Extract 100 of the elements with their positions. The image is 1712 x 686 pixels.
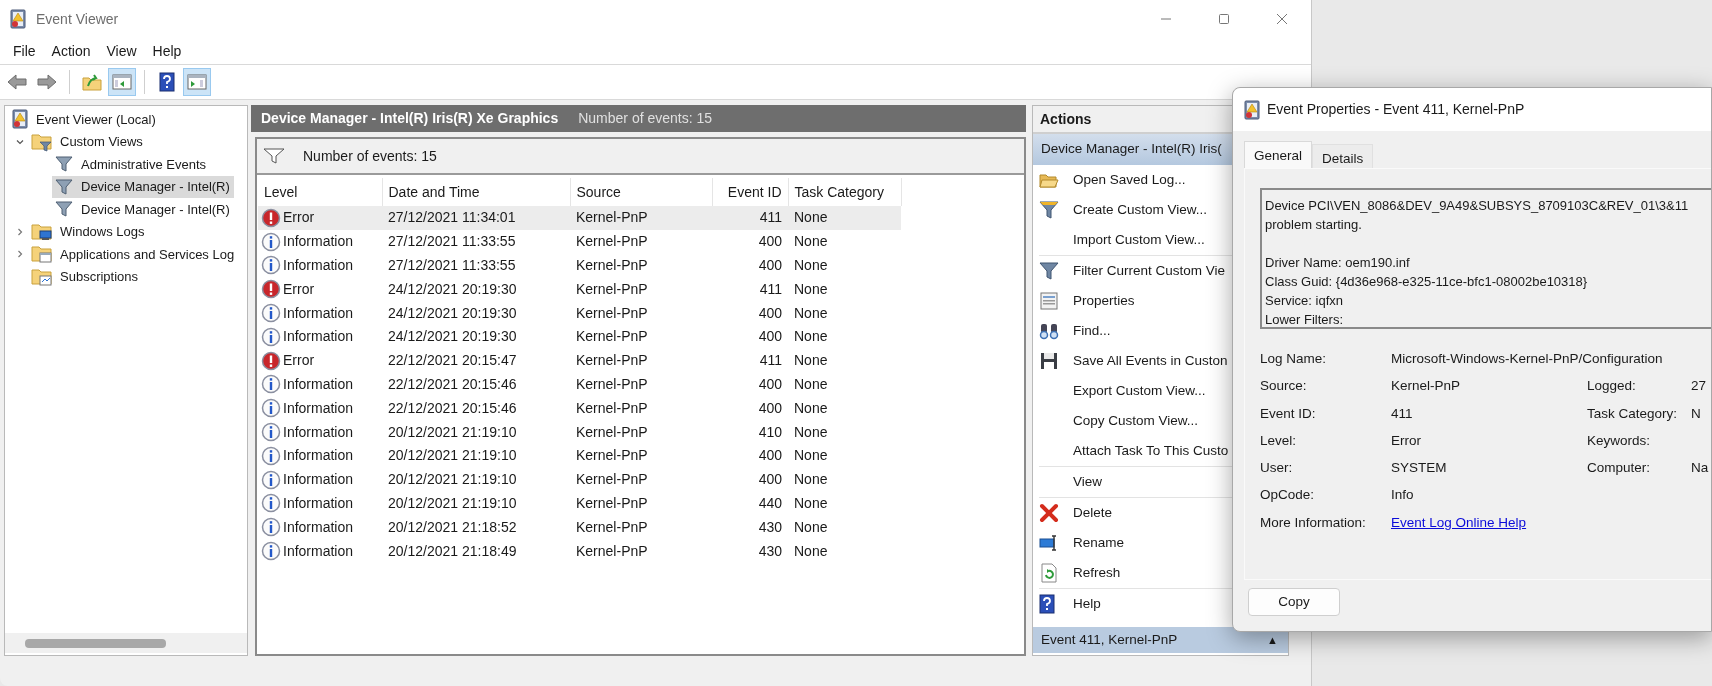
funnel-icon xyxy=(1039,200,1059,220)
field-label: Level: xyxy=(1260,431,1298,450)
command-link[interactable]: Properties xyxy=(1033,286,1137,316)
table-row[interactable]: Information 20/12/2021 21:19:10 Kernel-PnP 440 None xyxy=(258,491,901,516)
command-link[interactable]: Create Custom View... xyxy=(1033,195,1210,225)
event-count: Number of events: 15 xyxy=(303,146,437,166)
table-cell-text: None xyxy=(793,303,829,323)
command-link[interactable]: Delete xyxy=(1033,498,1115,528)
table-row[interactable]: Information 27/12/2021 11:33:55 Kernel-PnP 400 None xyxy=(258,229,901,254)
menu-item[interactable]: Action xyxy=(43,40,99,62)
info-icon xyxy=(261,469,281,490)
table-row[interactable]: Information 24/12/2021 20:19:30 Kernel-PnP 400 None xyxy=(258,325,901,349)
command-link[interactable]: View xyxy=(1033,467,1105,497)
table-cell-text: Kernel-PnP xyxy=(575,470,649,490)
table-row[interactable]: Error 27/12/2021 11:34:01 Kernel-PnP 411 None xyxy=(258,206,901,230)
command-link[interactable]: Help xyxy=(1033,589,1103,619)
table-cell-text: 27/12/2021 11:33:55 xyxy=(387,256,517,275)
table-row[interactable]: Information 24/12/2021 20:19:30 Kernel-PnP 400 None xyxy=(258,301,901,325)
table-row[interactable]: Information 27/12/2021 11:33:55 Kernel-PnP 400 None xyxy=(258,253,901,278)
table-cell-text: None xyxy=(793,446,829,466)
tree-item[interactable]: Subscriptions xyxy=(29,265,143,288)
folder-calendar-icon xyxy=(31,266,53,287)
show-tree-button[interactable] xyxy=(108,68,136,96)
command-link[interactable]: Filter Current Custom Vie xyxy=(1033,256,1228,286)
table-row[interactable]: Information 20/12/2021 21:18:49 Kernel-PnP 430 None xyxy=(258,539,901,563)
field-value: Microsoft-Windows-Kernel-PnP/Configuration xyxy=(1391,350,1664,368)
table-cell-text: Error xyxy=(283,279,315,299)
table-cell-text: Information xyxy=(283,374,354,394)
info-icon xyxy=(261,255,281,276)
table-row[interactable]: Error 24/12/2021 20:19:30 Kernel-PnP 411 None xyxy=(258,277,901,302)
table-row[interactable]: Error 22/12/2021 20:15:47 Kernel-PnP 411 None xyxy=(258,348,901,373)
table-row[interactable]: Information 20/12/2021 21:18:52 Kernel-PnP 430 None xyxy=(258,515,901,540)
table-cell-text: 20/12/2021 21:18:52 xyxy=(387,517,518,537)
command-link[interactable]: Open Saved Log... xyxy=(1033,165,1188,195)
table-cell-text: 20/12/2021 21:19:10 xyxy=(387,446,518,466)
command-link[interactable]: Refresh xyxy=(1033,558,1123,588)
menu-item[interactable]: View xyxy=(98,40,145,62)
log-book-icon xyxy=(1243,99,1261,120)
table-cell-text: 411 xyxy=(758,279,783,299)
tab[interactable]: Details xyxy=(1312,144,1374,168)
table-cell-text: Kernel-PnP xyxy=(575,256,649,275)
tree-item[interactable]: Applications and Services Log xyxy=(29,243,239,266)
table-row[interactable]: Information 22/12/2021 20:15:46 Kernel-PnP 400 None xyxy=(258,372,901,397)
chevron-right-icon[interactable] xyxy=(15,226,25,237)
table-cell-text: None xyxy=(793,398,829,418)
description-line: Service: iqfxn xyxy=(1265,292,1344,310)
error-icon xyxy=(261,279,281,300)
pane-right-icon xyxy=(187,74,207,90)
horizontal-scrollbar[interactable] xyxy=(5,633,247,653)
table-row[interactable]: Information 20/12/2021 21:19:10 Kernel-PnP 400 None xyxy=(258,443,901,468)
table-row[interactable]: Information 20/12/2021 21:19:10 Kernel-PnP 410 None xyxy=(258,420,901,444)
table-cell-text: None xyxy=(793,256,829,275)
collapse-button[interactable]: ▲ xyxy=(1267,631,1278,649)
table-cell-text: 22/12/2021 20:15:46 xyxy=(387,374,518,394)
copy-button[interactable]: Copy xyxy=(1248,588,1340,616)
table-row[interactable]: Information 20/12/2021 21:19:10 Kernel-PnP 400 None xyxy=(258,467,901,492)
info-icon xyxy=(261,303,281,324)
command-link[interactable]: Export Custom View... xyxy=(1033,376,1208,406)
table-cell-text: Information xyxy=(283,422,354,442)
table-cell-text: Information xyxy=(283,470,354,490)
command-link[interactable]: Save All Events in Custon xyxy=(1033,346,1230,376)
help-link[interactable]: Event Log Online Help xyxy=(1391,512,1527,533)
scrollbar-thumb[interactable] xyxy=(25,638,166,648)
tab[interactable]: General xyxy=(1244,141,1313,168)
tree-item[interactable]: Windows Logs xyxy=(29,220,149,243)
filter-icon xyxy=(54,176,74,197)
table-cell-text: 400 xyxy=(757,398,783,418)
table-cell: 411 xyxy=(712,206,788,230)
table-cell-text: None xyxy=(793,493,829,513)
table-cell: Kernel-PnP xyxy=(570,229,712,254)
chevron-right-icon[interactable] xyxy=(15,249,25,260)
field-label: Log Name: xyxy=(1260,350,1328,368)
command-link[interactable]: Import Custom View... xyxy=(1033,225,1207,255)
command-link[interactable]: Rename xyxy=(1033,528,1127,558)
table-row[interactable]: Information 22/12/2021 20:15:46 Kernel-PnP 400 None xyxy=(258,396,901,421)
menu-item[interactable]: File xyxy=(5,40,44,62)
table-cell: None xyxy=(788,229,901,254)
info-icon xyxy=(261,422,281,443)
tree-item[interactable]: Event Viewer (Local) xyxy=(9,108,160,131)
field-label: OpCode: xyxy=(1260,486,1316,505)
tree-item[interactable]: Custom Views xyxy=(29,130,147,153)
table-cell-text: 400 xyxy=(757,327,783,347)
folder-funnel-icon xyxy=(31,131,53,152)
info-icon xyxy=(261,493,281,514)
table-cell-text: Information xyxy=(283,303,354,323)
field-value: N xyxy=(1691,404,1701,423)
tree-item[interactable]: Administrative Events xyxy=(52,153,210,176)
menu-item[interactable]: Help xyxy=(144,40,190,62)
table-cell-text: None xyxy=(793,541,829,561)
command-link[interactable]: Copy Custom View... xyxy=(1033,406,1201,436)
tree-item[interactable]: Device Manager - Intel(R) xyxy=(52,198,234,221)
info-icon xyxy=(261,445,281,466)
refresh-page-icon xyxy=(1039,563,1059,583)
command-link[interactable]: Attach Task To This Custo xyxy=(1033,436,1231,466)
command-link[interactable]: Find... xyxy=(1033,316,1113,346)
tree-item[interactable]: Device Manager - Intel(R) xyxy=(52,175,234,198)
field-label: More Information: xyxy=(1260,513,1367,532)
description-line: Driver Name: oem190.inf xyxy=(1265,254,1410,272)
table-cell-text: None xyxy=(793,374,829,394)
table-cell-text: 20/12/2021 21:18:49 xyxy=(387,541,518,561)
